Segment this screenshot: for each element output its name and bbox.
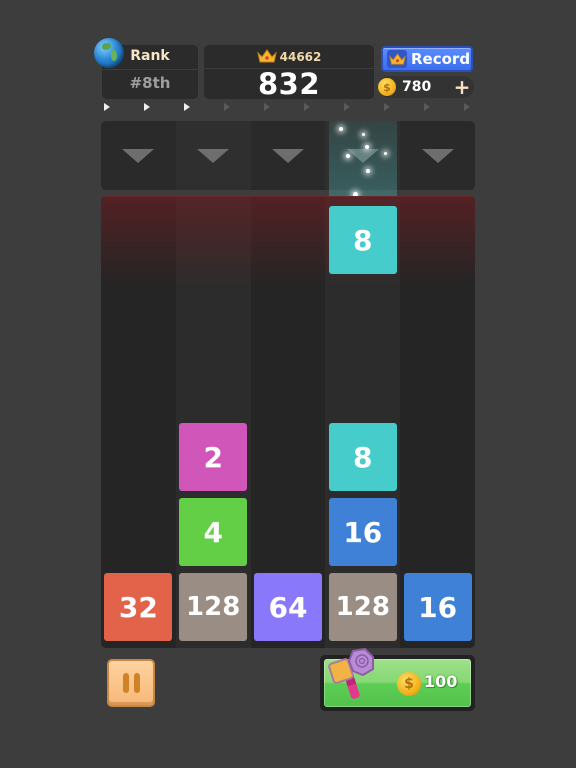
rank-value: #8th [129, 74, 171, 92]
number-tile: 32 [104, 573, 173, 641]
drop-column-3[interactable] [251, 121, 326, 190]
record-button[interactable]: Record [381, 46, 473, 72]
best-score: 44662 [204, 49, 374, 64]
number-tile: 128 [328, 573, 397, 641]
number-tile: 4 [179, 498, 248, 566]
progress-step-icon [264, 103, 270, 111]
number-tile: 16 [403, 573, 472, 641]
down-arrow-icon [421, 148, 454, 163]
current-score: 832 [257, 67, 321, 101]
pause-icon-bar [133, 673, 140, 693]
drop-column-2[interactable] [175, 121, 251, 190]
falling-tile: 8 [328, 206, 397, 274]
danger-zone [101, 196, 475, 286]
down-arrow-icon [197, 148, 230, 163]
drop-column-1[interactable] [101, 121, 176, 190]
record-icon-bg [387, 50, 407, 68]
record-label: Record [411, 50, 471, 68]
crown-icon [256, 49, 277, 63]
progress-step-icon [424, 103, 430, 111]
add-coins-button[interactable]: + [452, 77, 472, 97]
drop-column-5[interactable] [400, 121, 475, 190]
level-progress [104, 103, 474, 113]
progress-step-icon [464, 103, 470, 111]
progress-step-icon [344, 103, 350, 111]
hammer-button-face: $ 100 [324, 647, 471, 707]
drop-zone [101, 121, 475, 190]
progress-step-icon [184, 103, 190, 111]
coin-balance: $ 780 + [378, 76, 474, 98]
number-tile: 64 [254, 573, 322, 641]
coin-count: 780 [402, 79, 432, 95]
rank-divider [102, 69, 198, 70]
hammer-powerup-button[interactable]: $ 100 [320, 647, 475, 711]
number-tile: 2 [179, 423, 248, 491]
game-board[interactable]: 32 128 4 2 64 128 16 8 16 8 [101, 196, 475, 648]
pause-icon [122, 673, 129, 693]
hammer-icon [328, 647, 374, 699]
crown-icon [388, 52, 406, 65]
hammer-price: 100 [424, 672, 458, 691]
progress-step-icon [104, 103, 110, 111]
pause-button[interactable] [107, 659, 155, 707]
progress-step-icon [224, 103, 230, 111]
coin-icon: $ [397, 672, 421, 696]
down-arrow-icon [271, 148, 304, 163]
progress-step-icon [384, 103, 390, 111]
number-tile: 16 [328, 498, 397, 566]
best-score-value: 44662 [279, 49, 322, 64]
number-tile: 128 [179, 573, 248, 641]
down-arrow-icon [122, 148, 155, 163]
progress-step-icon [144, 103, 150, 111]
score-panel: 44662 832 [204, 45, 374, 101]
globe-icon[interactable] [94, 38, 124, 68]
progress-step-icon [304, 103, 310, 111]
number-tile: 8 [328, 423, 397, 491]
coin-icon: $ [378, 78, 396, 96]
